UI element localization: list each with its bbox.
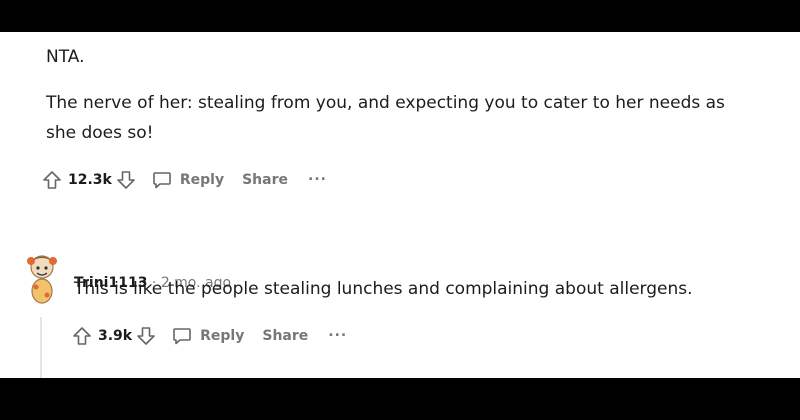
comment-thread-panel: NTA. The nerve of her: stealing from you… xyxy=(0,32,800,378)
downvote-icon[interactable] xyxy=(116,170,136,190)
reply-button[interactable]: Reply xyxy=(180,172,224,188)
share-button[interactable]: Share xyxy=(242,172,288,188)
upvote-icon[interactable] xyxy=(72,326,92,346)
vote-count: 12.3k xyxy=(68,172,112,188)
more-options-button[interactable]: ... xyxy=(328,324,347,340)
upvote-icon[interactable] xyxy=(42,170,62,190)
reply-action-bar: 3.9k Reply Share ... xyxy=(72,321,347,351)
reply-button[interactable]: Reply xyxy=(200,328,244,344)
comment-body-line-1: The nerve of her: stealing from you, and… xyxy=(46,93,725,113)
share-button[interactable]: Share xyxy=(262,328,308,344)
reply-icon[interactable] xyxy=(152,170,172,190)
comment-action-bar: 12.3k Reply Share ... xyxy=(42,165,327,195)
comment-body-line-2: she does so! xyxy=(46,123,154,143)
comment-verdict-text: NTA. xyxy=(46,47,85,67)
downvote-icon[interactable] xyxy=(136,326,156,346)
more-options-button[interactable]: ... xyxy=(308,168,327,184)
vote-count: 3.9k xyxy=(98,328,133,344)
thread-line[interactable] xyxy=(40,317,42,378)
reply-body-text: This is like the people stealing lunches… xyxy=(74,279,693,299)
avatar[interactable] xyxy=(22,250,62,306)
reply-icon[interactable] xyxy=(172,326,192,346)
